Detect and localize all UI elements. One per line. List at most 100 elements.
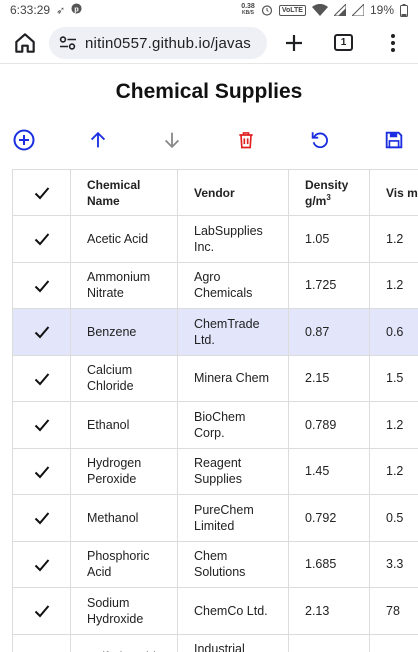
cell-viscosity[interactable]: 3.3 [369, 540, 418, 588]
cell-chemical-name[interactable]: Hydrogen Peroxide [70, 447, 178, 495]
cell-vendor[interactable]: Reagent Supplies [177, 447, 289, 495]
header-density-sup: 3 [326, 192, 331, 202]
checkmark-icon [34, 373, 49, 386]
status-left: 6:33:29 ➶ p [10, 3, 82, 17]
cell-density[interactable]: 0.792 [288, 494, 370, 542]
header-vendor[interactable]: Vendor [177, 169, 289, 216]
table-row[interactable]: Methanol PureChem Limited 0.792 0.5 [12, 494, 418, 542]
more-menu-icon[interactable] [388, 32, 398, 54]
header-chemical-name[interactable]: Chemical Name [70, 169, 178, 216]
cell-vendor[interactable]: ChemTrade Ltd. [177, 308, 289, 356]
table-row[interactable]: Benzene ChemTrade Ltd. 0.87 0.6 [12, 308, 418, 356]
header-density[interactable]: Density g/m3 [288, 169, 370, 216]
row-checkbox[interactable] [12, 587, 71, 635]
cell-viscosity[interactable]: 1.2 [369, 401, 418, 449]
cell-chemical-name[interactable]: Acetic Acid [70, 215, 178, 263]
home-button[interactable] [12, 30, 38, 56]
tab-switcher-button[interactable]: 1 [334, 34, 353, 51]
row-checkbox[interactable] [12, 401, 71, 449]
checkmark-icon [34, 419, 49, 432]
table-row[interactable]: Calcium Chloride Minera Chem 2.15 1.5 [12, 354, 418, 402]
checkmark-icon [34, 559, 49, 572]
cell-density[interactable]: 1.725 [288, 261, 370, 309]
address-bar[interactable]: nitin0557.github.io/javas [49, 27, 267, 59]
row-checkbox[interactable] [12, 540, 71, 588]
row-checkbox[interactable] [12, 354, 71, 402]
table-row[interactable]: Hydrogen Peroxide Reagent Supplies 1.45 1.2 [12, 447, 418, 495]
cell-viscosity[interactable]: 1.2 [369, 261, 418, 309]
new-tab-button[interactable] [282, 30, 306, 56]
table-row[interactable]: Acetic Acid LabSupplies Inc. 1.05 1.2 [12, 215, 418, 263]
chemicals-table-container[interactable]: Chemical Name Vendor Density g/m3 Vis m²… [12, 169, 418, 652]
cell-density[interactable] [288, 633, 370, 652]
cell-vendor[interactable]: BioChem Corp. [177, 401, 289, 449]
cell-chemical-name[interactable]: Ethanol [70, 401, 178, 449]
checkmark-icon [34, 512, 49, 525]
checkmark-icon [34, 605, 49, 618]
site-settings-icon[interactable] [59, 35, 77, 51]
cell-density[interactable]: 1.45 [288, 447, 370, 495]
cell-viscosity[interactable]: 1.5 [369, 354, 418, 402]
move-down-button[interactable] [160, 128, 184, 152]
cell-density[interactable]: 1.685 [288, 540, 370, 588]
svg-text:p: p [75, 4, 80, 13]
table-row[interactable]: Ammonium Nitrate Agro Chemicals 1.725 1.2 [12, 261, 418, 309]
delete-button[interactable] [234, 128, 258, 152]
row-checkbox[interactable] [12, 215, 71, 263]
cell-chemical-name[interactable]: Ammonium Nitrate [70, 261, 178, 309]
table-row[interactable]: Sulfuric AcidIndustrial Chem [12, 633, 418, 652]
cell-signal-2-icon [351, 4, 364, 16]
cell-density[interactable]: 0.87 [288, 308, 370, 356]
cell-vendor[interactable]: PureChem Limited [177, 494, 289, 542]
table-body: Acetic Acid LabSupplies Inc. 1.05 1.2 Ammoni… [12, 215, 418, 652]
cell-density[interactable]: 1.05 [288, 215, 370, 263]
cell-vendor[interactable]: Agro Chemicals [177, 261, 289, 309]
row-checkbox[interactable] [12, 447, 71, 495]
cell-chemical-name[interactable]: Calcium Chloride [70, 354, 178, 402]
cell-viscosity[interactable]: 0.5 [369, 494, 418, 542]
select-all-checkbox[interactable] [12, 169, 71, 216]
cell-viscosity[interactable] [369, 633, 418, 652]
network-speed: 0.38 KB/S [241, 3, 255, 17]
row-checkbox[interactable] [12, 308, 71, 356]
refresh-button[interactable] [308, 128, 332, 152]
header-viscosity[interactable]: Vis m²/ [369, 169, 418, 216]
cell-vendor[interactable]: LabSupplies Inc. [177, 215, 289, 263]
table-row[interactable]: Phosphoric Acid Chem Solutions 1.685 3.3 [12, 540, 418, 588]
cell-density[interactable]: 2.13 [288, 587, 370, 635]
cell-density[interactable]: 0.789 [288, 401, 370, 449]
cell-vendor[interactable]: ChemCo Ltd. [177, 587, 289, 635]
cell-viscosity[interactable]: 1.2 [369, 447, 418, 495]
checkmark-icon [34, 326, 49, 339]
save-button[interactable] [382, 128, 406, 152]
volte-badge: VoLTE [278, 4, 306, 16]
cell-density[interactable]: 2.15 [288, 354, 370, 402]
cell-viscosity[interactable]: 0.6 [369, 308, 418, 356]
cell-chemical-name[interactable]: Sulfuric Acid [70, 633, 178, 652]
add-row-button[interactable] [12, 128, 36, 152]
table-row[interactable]: Ethanol BioChem Corp. 0.789 1.2 [12, 401, 418, 449]
cell-vendor[interactable]: Industrial Chem [177, 633, 289, 652]
checkmark-icon [34, 280, 49, 293]
arrow-down-icon [164, 132, 180, 149]
move-up-button[interactable] [86, 128, 110, 152]
plus-icon [286, 35, 302, 51]
cell-chemical-name[interactable]: Methanol [70, 494, 178, 542]
cell-chemical-name[interactable]: Sodium Hydroxide [70, 587, 178, 635]
network-speed-value: 0.38 [241, 3, 255, 10]
status-right: 0.38 KB/S VoLTE 19% [241, 3, 408, 17]
chemicals-table: Chemical Name Vendor Density g/m3 Vis m²… [12, 169, 418, 652]
cell-viscosity[interactable]: 1.2 [369, 215, 418, 263]
trash-icon [239, 132, 253, 149]
cell-chemical-name[interactable]: Phosphoric Acid [70, 540, 178, 588]
cell-vendor[interactable]: Chem Solutions [177, 540, 289, 588]
home-icon [15, 33, 35, 53]
row-checkbox[interactable] [12, 494, 71, 542]
row-checkbox[interactable] [12, 261, 71, 309]
cell-chemical-name[interactable]: Benzene [70, 308, 178, 356]
add-circle-icon [13, 129, 35, 151]
cell-vendor[interactable]: Minera Chem [177, 354, 289, 402]
table-row[interactable]: Sodium Hydroxide ChemCo Ltd. 2.13 78 [12, 587, 418, 635]
cell-viscosity[interactable]: 78 [369, 587, 418, 635]
row-checkbox[interactable] [12, 633, 71, 652]
